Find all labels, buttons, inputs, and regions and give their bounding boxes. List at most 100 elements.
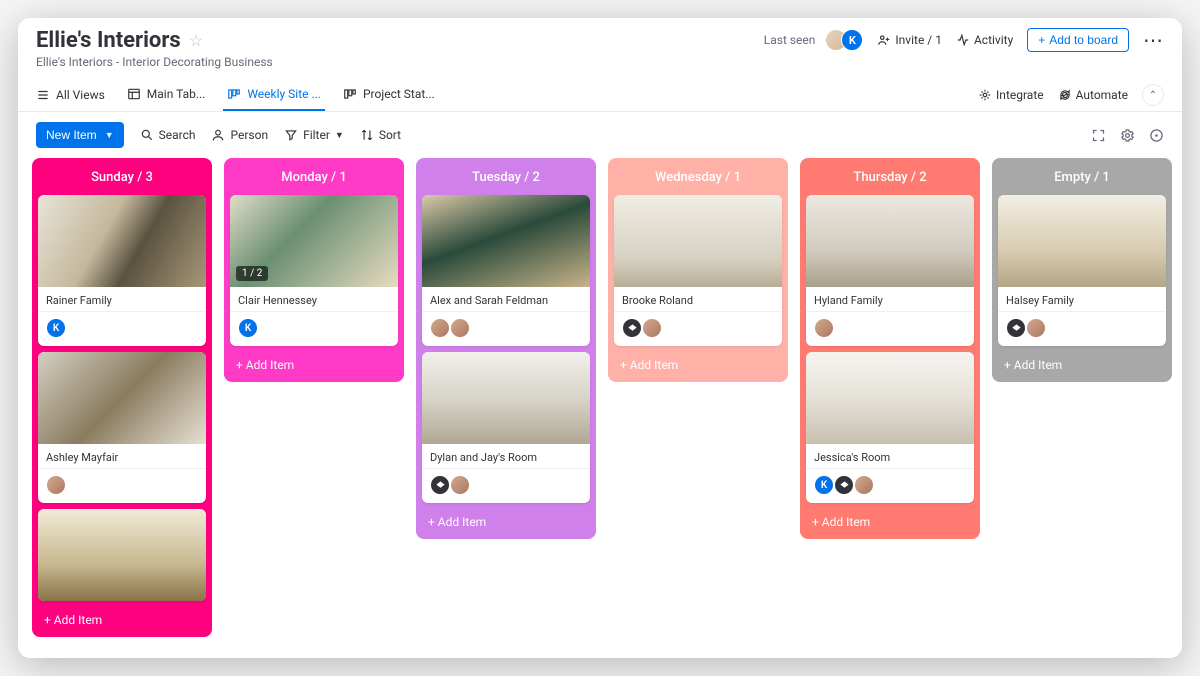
add-to-board-button[interactable]: + Add to board	[1027, 28, 1129, 52]
sort-label: Sort	[379, 128, 401, 142]
card-title: Jessica's Room	[806, 444, 974, 469]
kanban-card[interactable]: Jessica's Room K	[806, 352, 974, 503]
tab-label: Main Tab...	[147, 87, 206, 101]
info-icon[interactable]	[1149, 128, 1164, 143]
column-header[interactable]: Sunday / 3	[38, 164, 206, 189]
add-item-button[interactable]: + Add Item	[806, 509, 974, 533]
column-header[interactable]: Tuesday / 2	[422, 164, 590, 189]
card-assignees[interactable]	[422, 469, 590, 503]
kanban-column: Empty / 1 Halsey Family + Add Item	[992, 158, 1172, 382]
invite-button[interactable]: Invite / 1	[877, 33, 942, 47]
kanban-card[interactable]: Halsey Family	[998, 195, 1166, 346]
avatar-initial: K	[841, 29, 863, 51]
card-assignees[interactable]: K	[38, 312, 206, 346]
tab-view[interactable]: Weekly Site ...	[223, 79, 325, 111]
kanban-card[interactable]: Hyland Family	[806, 195, 974, 346]
automate-button[interactable]: Automate	[1058, 80, 1128, 110]
kanban-card[interactable]: Brooke Roland	[614, 195, 782, 346]
last-seen-avatars[interactable]: K	[829, 29, 863, 51]
activity-icon	[956, 33, 970, 47]
org-icon	[1006, 318, 1026, 338]
chevron-down-icon: ▼	[105, 130, 114, 140]
filter-button[interactable]: Filter ▼	[284, 128, 344, 142]
collapse-header-button[interactable]: ⌃	[1142, 84, 1164, 106]
column-header[interactable]: Thursday / 2	[806, 164, 974, 189]
activity-label: Activity	[974, 33, 1013, 47]
tab-view[interactable]: Project Stat...	[339, 79, 439, 111]
automate-icon	[1058, 88, 1072, 102]
kanban-column: Wednesday / 1 Brooke Roland + Add Item	[608, 158, 788, 382]
settings-icon[interactable]	[1120, 128, 1135, 143]
card-title: Rainer Family	[38, 287, 206, 312]
column-header[interactable]: Wednesday / 1	[614, 164, 782, 189]
card-image: 1 / 2	[230, 195, 398, 287]
add-item-button[interactable]: + Add Item	[422, 509, 590, 533]
card-title: Dylan and Jay's Room	[422, 444, 590, 469]
integrate-button[interactable]: Integrate	[978, 80, 1044, 110]
board-app: Ellie's Interiors ☆ Ellie's Interiors - …	[18, 18, 1182, 658]
assignee-avatar	[814, 318, 834, 338]
card-assignees[interactable]	[422, 312, 590, 346]
kanban-card[interactable]: Ashley Mayfair	[38, 352, 206, 503]
fullscreen-icon[interactable]	[1091, 128, 1106, 143]
kanban-board[interactable]: Sunday / 3Rainer FamilyKAshley Mayfair+ …	[18, 158, 1182, 658]
add-item-button[interactable]: + Add Item	[38, 607, 206, 631]
card-title: Hyland Family	[806, 287, 974, 312]
integrate-icon	[978, 88, 992, 102]
sort-button[interactable]: Sort	[360, 128, 401, 142]
card-image	[614, 195, 782, 287]
org-icon	[622, 318, 642, 338]
automate-label: Automate	[1076, 88, 1128, 102]
tab-view[interactable]: Main Tab...	[123, 79, 210, 111]
kanban-card[interactable]	[38, 509, 206, 601]
integrate-label: Integrate	[996, 88, 1044, 102]
person-filter-button[interactable]: Person	[211, 128, 268, 142]
card-image	[422, 352, 590, 444]
assignee-avatar	[46, 475, 66, 495]
assignee-avatar	[854, 475, 874, 495]
kanban-card[interactable]: Dylan and Jay's Room	[422, 352, 590, 503]
assignee-avatar	[1026, 318, 1046, 338]
all-views-button[interactable]: All Views	[36, 80, 105, 110]
tab-label: Weekly Site ...	[247, 87, 321, 101]
kanban-column: Thursday / 2 Hyland Family Jessica's Room K…	[800, 158, 980, 539]
board-toolbar: New Item ▼ Search Person Filter ▼ Sort	[18, 112, 1182, 158]
kanban-card[interactable]: Rainer FamilyK	[38, 195, 206, 346]
invite-label: Invite / 1	[895, 33, 942, 47]
chevron-down-icon: ▼	[335, 130, 344, 141]
activity-button[interactable]: Activity	[956, 33, 1013, 47]
card-assignees[interactable]	[38, 469, 206, 503]
add-item-button[interactable]: + Add Item	[230, 352, 398, 376]
kanban-column: Tuesday / 2 Alex and Sarah Feldman Dylan a…	[416, 158, 596, 539]
search-button[interactable]: Search	[140, 128, 196, 142]
more-menu-icon[interactable]: ⋯	[1143, 28, 1164, 52]
filter-label: Filter	[303, 128, 330, 142]
header: Ellie's Interiors ☆ Ellie's Interiors - …	[18, 18, 1182, 73]
assignee-avatar	[450, 318, 470, 338]
add-item-button[interactable]: + Add Item	[998, 352, 1166, 376]
column-header[interactable]: Monday / 1	[230, 164, 398, 189]
card-image	[806, 195, 974, 287]
filter-icon	[284, 128, 298, 142]
assignee-badge-initial: K	[814, 475, 834, 495]
column-header[interactable]: Empty / 1	[998, 164, 1166, 189]
kanban-card[interactable]: Alex and Sarah Feldman	[422, 195, 590, 346]
card-assignees[interactable]	[806, 312, 974, 346]
org-icon	[834, 475, 854, 495]
star-icon[interactable]: ☆	[189, 31, 203, 50]
assignee-badge-initial: K	[238, 318, 258, 338]
card-assignees[interactable]: K	[806, 469, 974, 503]
card-assignees[interactable]	[614, 312, 782, 346]
person-label: Person	[230, 128, 268, 142]
card-title: Halsey Family	[998, 287, 1166, 312]
add-item-button[interactable]: + Add Item	[614, 352, 782, 376]
kanban-column: Monday / 1 1 / 2Clair HennesseyK + Add Ite…	[224, 158, 404, 382]
card-assignees[interactable]	[998, 312, 1166, 346]
new-item-button[interactable]: New Item ▼	[36, 122, 124, 148]
card-assignees[interactable]: K	[230, 312, 398, 346]
kanban-card[interactable]: 1 / 2Clair HennesseyK	[230, 195, 398, 346]
view-icon	[127, 87, 141, 101]
tab-label: Project Stat...	[363, 87, 435, 101]
header-actions: Last seen K Invite / 1 Activity + Add to…	[764, 28, 1164, 52]
card-title: Brooke Roland	[614, 287, 782, 312]
